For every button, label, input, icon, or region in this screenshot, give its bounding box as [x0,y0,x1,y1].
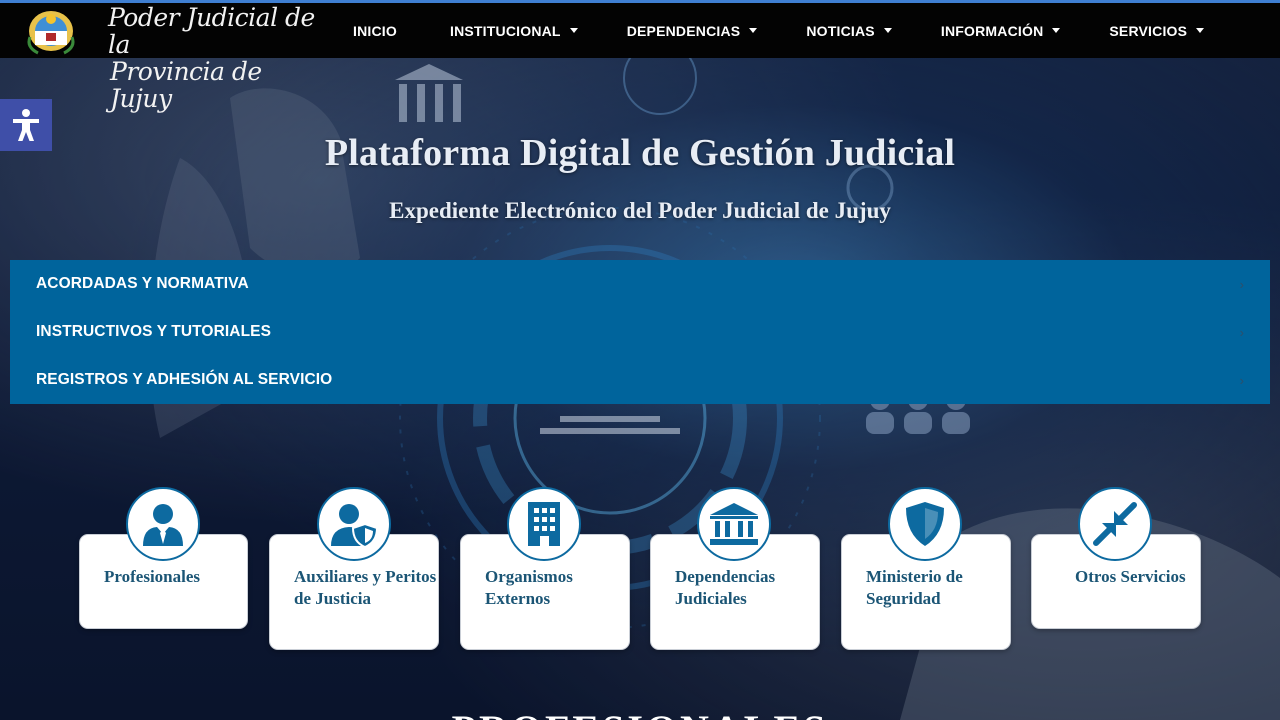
nav-label: INFORMACIÓN [940,22,1044,39]
compress-arrows-icon[interactable] [1078,487,1152,561]
nav-label: SERVICIOS [1109,22,1188,39]
accordion: ACORDADAS Y NORMATIVA › INSTRUCTIVOS Y T… [10,260,1270,404]
card-label: Ministerio de Seguridad [866,567,963,608]
site-header: Poder Judicial de la Provincia de Jujuy … [0,3,1280,112]
nav-institucional[interactable]: INSTITUCIONAL [450,23,578,39]
brand-line-1: Poder Judicial de la [108,3,315,59]
chevron-down-icon [883,28,892,33]
chevron-down-icon [749,28,758,33]
nav-informacion[interactable]: INFORMACIÓN [941,23,1061,39]
coat-of-arms-icon[interactable] [24,7,78,55]
user-shield-icon[interactable] [317,487,391,561]
chevron-right-icon: › [1239,276,1244,292]
section-heading: PROFESIONALES [0,706,1280,720]
card-label: Auxiliares y Peritos de Justicia [294,567,437,608]
hero-subtitle: Expediente Electrónico del Poder Judicia… [389,198,891,223]
card-label: Dependencias Judiciales [675,567,776,608]
accordion-label: REGISTROS Y ADHESIÓN AL SERVICIO [36,371,333,388]
building-icon[interactable] [507,487,581,561]
accordion-item-acordadas[interactable]: ACORDADAS Y NORMATIVA › [10,260,1270,308]
chevron-right-icon: › [1239,372,1244,388]
nav-inicio[interactable]: INICIO [353,23,397,39]
accordion-label: INSTRUCTIVOS Y TUTORIALES [36,323,272,340]
courthouse-icon[interactable] [697,487,771,561]
card-label: Profesionales [104,567,201,586]
nav-label: INICIO [353,22,397,39]
chevron-down-icon [1052,28,1061,33]
card-label: Organismos Externos [485,567,573,608]
accordion-item-instructivos[interactable]: INSTRUCTIVOS Y TUTORIALES › [10,308,1270,356]
nav-servicios[interactable]: SERVICIOS [1109,22,1205,39]
nav-dependencias[interactable]: DEPENDENCIAS [627,23,758,39]
brand-line-2: Provincia de Jujuy [110,57,262,113]
shield-icon[interactable] [888,487,962,561]
accordion-item-registros[interactable]: REGISTROS Y ADHESIÓN AL SERVICIO › [10,356,1270,404]
nav-label: NOTICIAS [806,22,875,39]
user-tie-icon[interactable] [126,487,200,561]
nav-label: INSTITUCIONAL [449,22,561,39]
chevron-right-icon: › [1239,324,1244,340]
hero-title: Plataforma Digital de Gestión Judicial [324,132,956,174]
chevron-down-icon [1196,28,1205,33]
main-nav: INICIO INSTITUCIONAL DEPENDENCIAS NOTICI… [353,3,1205,58]
nav-label: DEPENDENCIAS [626,22,741,39]
chevron-down-icon [569,28,578,33]
nav-noticias[interactable]: NOTICIAS [806,23,892,39]
site-brand[interactable]: Poder Judicial de la Provincia de Jujuy [108,4,318,112]
accordion-label: ACORDADAS Y NORMATIVA [36,275,249,292]
card-label: Otros Servicios [1075,567,1186,586]
